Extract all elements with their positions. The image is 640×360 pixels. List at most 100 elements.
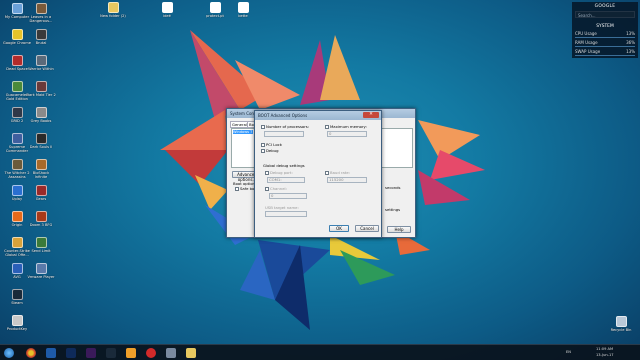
desktop-icon-label: GRID 2 [10,119,24,123]
desktop-file[interactable]: New folder (2) [98,2,128,32]
desktop-icon-label: Send Limit [31,249,51,253]
language-indicator[interactable]: EN [566,350,571,354]
swap-usage-row: SWAP Usage 13% [575,49,635,56]
channel-box[interactable] [265,186,269,191]
google-title: GOOGLE [594,4,616,9]
app-icon [11,3,23,14]
desktop-icon-label: BioShock Infinite [32,171,50,179]
ram-usage-label: RAM Usage [575,40,598,45]
swap-usage-label: SWAP Usage [575,49,601,54]
maximum-memory-field[interactable]: 0 [327,131,367,137]
desktop-file-label: protect.pt [206,14,224,18]
desktop-icon-label: Dead Space [6,67,28,71]
app-icon [35,3,47,14]
pci-lock-checkbox[interactable]: PCI Lock [261,142,282,147]
msconfig-taskbar-icon[interactable] [166,348,176,358]
usb-target-name-field[interactable] [265,211,307,217]
file-icon [161,2,173,13]
app-icon [35,29,47,40]
app-icon [11,289,23,300]
desktop-icon-label: AVG [13,275,21,279]
photoshop-taskbar-icon[interactable] [66,348,76,358]
boot-dialog-title: BOOT Advanced Options [258,113,308,118]
file-icon [237,2,249,13]
debug-port-checkbox[interactable]: Debug port: [265,170,293,175]
close-icon[interactable]: ✕ [363,112,379,118]
desktop-file[interactable]: protect.pt [200,2,230,32]
opera-taskbar-icon[interactable] [146,348,156,358]
system-title: SYSTEM [596,24,614,29]
google-search-input[interactable]: Search... [575,11,635,18]
desktop-icon-label: Doom 3 BFG [29,223,53,227]
help-button[interactable]: Help [387,226,411,233]
desktop-icon-label: Grey Boobs [30,119,52,123]
number-of-processors-checkbox[interactable]: Number of processors: [261,124,309,129]
app-icon [11,29,23,40]
channel-label: Channel: [270,186,287,191]
debug-port-dropdown[interactable]: COM1: [267,177,305,183]
premiere-taskbar-icon[interactable] [86,348,96,358]
desktop-file[interactable]: ideé [152,2,182,32]
recycle-bin-icon[interactable]: Recycle Bin [606,316,636,346]
global-debug-settings-label: Global debug settings [263,163,305,168]
clock-date[interactable]: 13-Jun-17 [596,353,614,357]
desktop-icon-label: Uplay [11,197,23,201]
desktop-icon[interactable]: Vmware Player [26,263,56,293]
explorer-taskbar-icon[interactable] [186,348,196,358]
desktop-icon-label: Brutal [35,41,47,45]
app-icon [11,263,23,274]
debug-port-box[interactable] [265,170,269,175]
app-icon [11,211,23,222]
desktop-file-label: ideé [163,14,171,18]
desktop-icon[interactable]: ProductKey [2,315,32,345]
desktop-file[interactable]: bette [228,2,258,32]
chrome-taskbar-icon[interactable] [26,348,36,358]
start-button[interactable] [4,348,14,358]
baud-rate-dropdown[interactable]: 115200 [327,177,367,183]
debug-checkbox[interactable]: Debug [261,148,279,153]
timeout-seconds-label: seconds [385,185,401,190]
cancel-button[interactable]: Cancel [355,225,379,232]
desktop-icon-label: Origin [11,223,23,227]
app-icon [35,237,47,248]
desktop-file-label: bette [238,14,248,18]
app-icon [35,159,47,170]
boot-advanced-options-dialog: BOOT Advanced Options ✕ Number of proces… [254,110,382,238]
word-taskbar-icon[interactable] [46,348,56,358]
baud-rate-box[interactable] [325,170,329,175]
maximum-memory-checkbox[interactable]: Maximum memory: [325,124,367,129]
app-icon [35,133,47,144]
swap-usage-value: 13% [626,49,635,54]
boot-os-item[interactable]: Windows 7 [233,130,253,134]
make-settings-label: settings [385,207,401,212]
app-icon [35,81,47,92]
processors-dropdown[interactable] [264,131,304,137]
cpu-usage-label: CPU Usage [575,31,597,36]
usb-target-name-label: USB target name: [265,205,299,210]
app-icon [11,107,23,118]
debug-box[interactable] [261,148,265,153]
rainmeter-gadget: GOOGLE Search... SYSTEM CPU Usage 13% RA… [572,2,638,58]
baud-rate-checkbox[interactable]: Baud rate: [325,170,350,175]
media-player-taskbar-icon[interactable] [126,348,136,358]
channel-checkbox[interactable]: Channel: [265,186,287,191]
ok-button[interactable]: OK [329,225,349,232]
channel-field[interactable]: 0 [269,193,307,199]
pci-lock-box[interactable] [261,142,265,147]
app-icon [11,133,23,144]
taskbar: EN 11:09 AM 13-Jun-17 [0,344,640,360]
maximum-memory-box[interactable] [325,124,329,129]
cpu-usage-row: CPU Usage 13% [575,31,635,38]
number-of-processors-box[interactable] [261,124,265,129]
desktop-icon-label: Recycle Bin [610,328,632,332]
app-icon [11,237,23,248]
app-icon [11,55,23,66]
desktop-file-label: New folder (2) [100,14,126,18]
steam-taskbar-icon[interactable] [106,348,116,358]
safe-boot-box[interactable] [235,186,239,191]
desktop-icon-label: Vmware Player [27,275,55,279]
clock-time[interactable]: 11:09 AM [596,347,613,351]
desktop-icon-label: Dark Maid Tier 2 [26,93,56,97]
file-icon [209,2,221,13]
boot-dialog-titlebar: BOOT Advanced Options ✕ [255,111,381,120]
